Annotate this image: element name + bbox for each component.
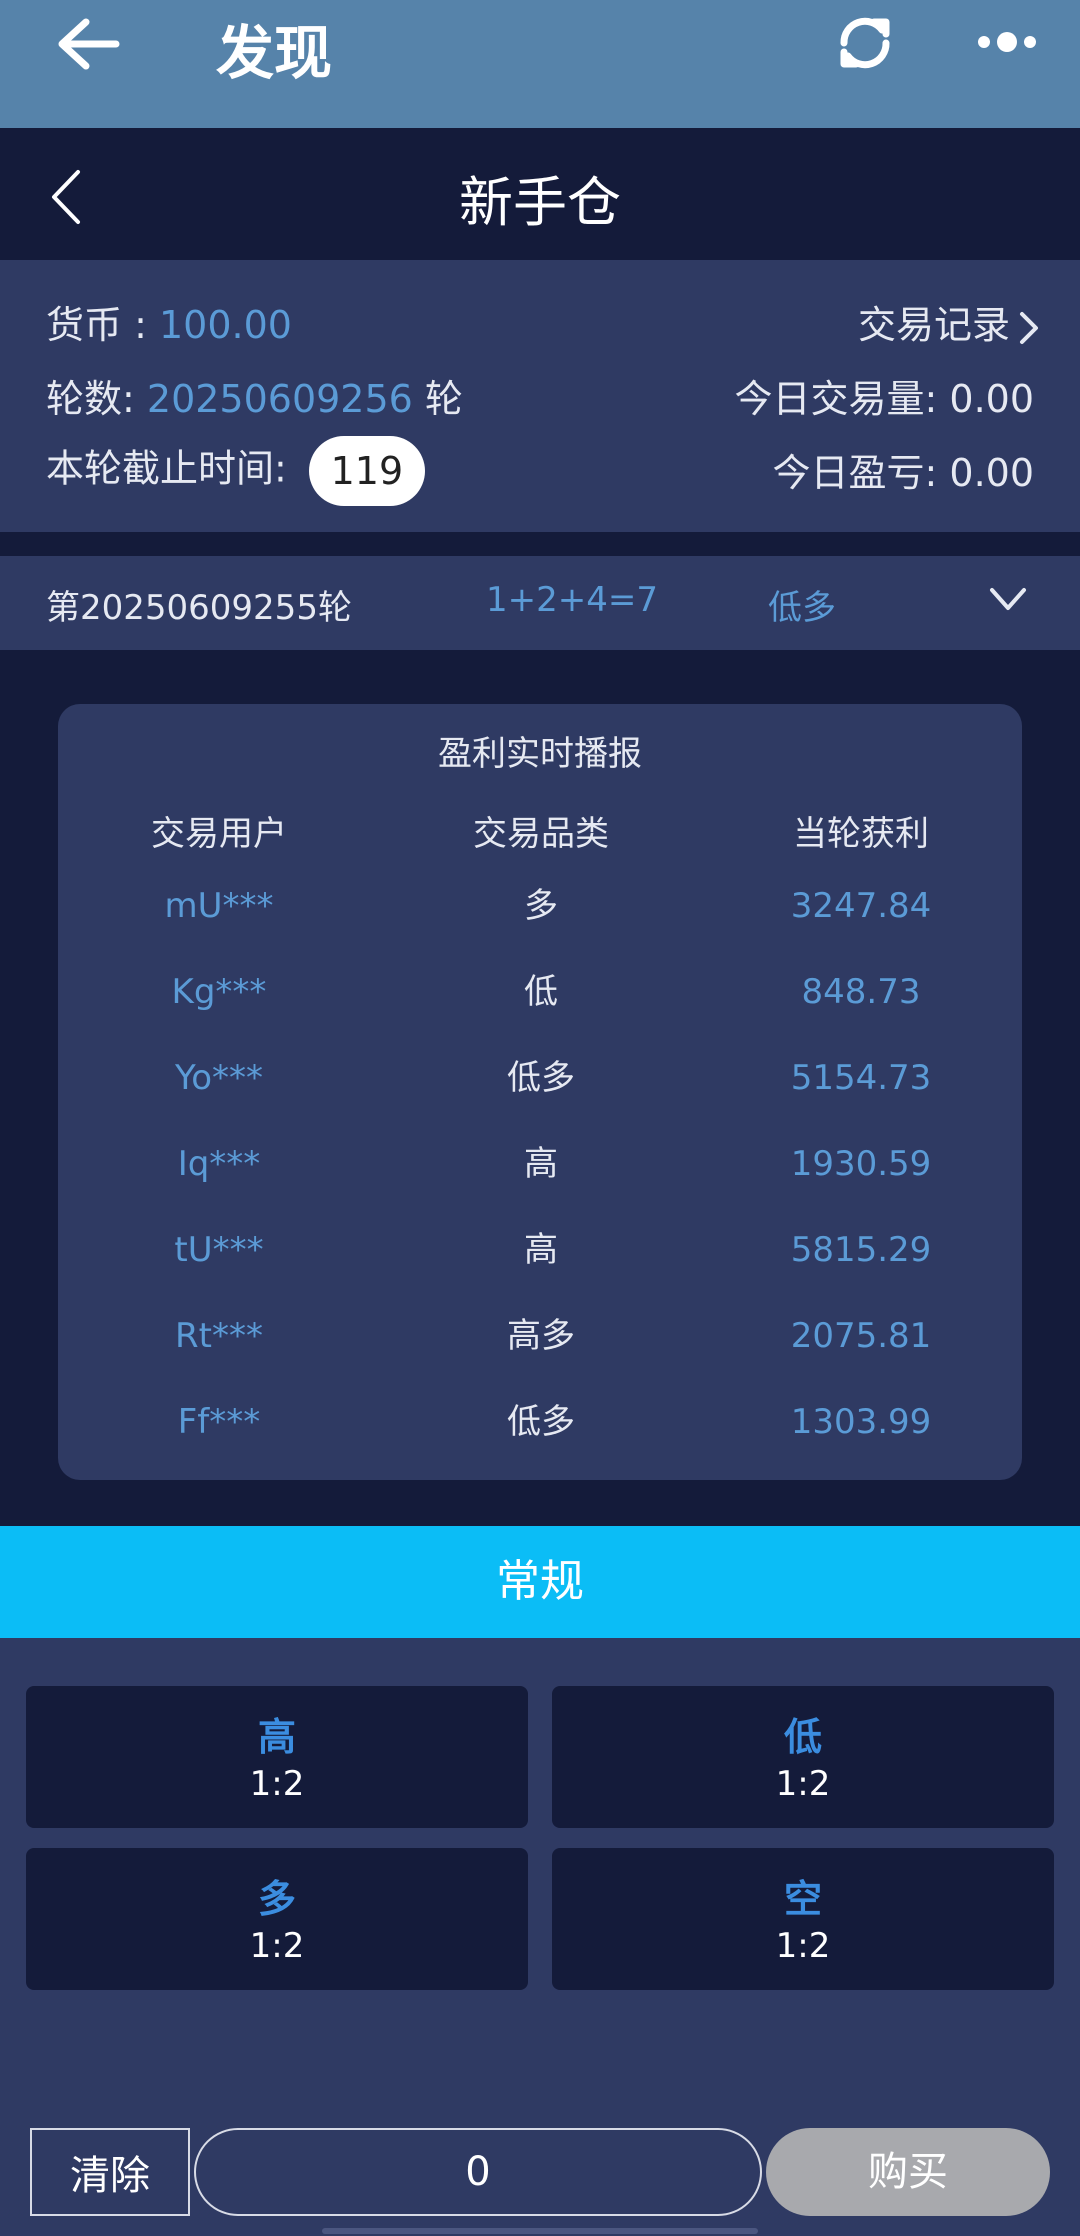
volume-value: 0.00	[949, 377, 1034, 421]
more-options-icon[interactable]	[976, 18, 1038, 66]
row-profit: 3247.84	[790, 886, 932, 926]
table-row: Ff*** 低多 1303.99	[58, 1392, 1022, 1452]
page-title: 发现	[216, 19, 333, 87]
option-high-button[interactable]: 高 1:2	[26, 1686, 528, 1828]
option-odds: 1:2	[775, 1926, 831, 1966]
home-indicator	[322, 2228, 758, 2234]
row-profit: 1303.99	[790, 1402, 932, 1442]
row-category: 低	[524, 972, 558, 1012]
row-user: mU***	[164, 886, 274, 926]
row-user: Ff***	[177, 1402, 261, 1442]
tab-regular[interactable]: 常规	[0, 1526, 1080, 1638]
row-profit: 848.73	[801, 972, 921, 1012]
result-sum: 1+2+4=7	[486, 580, 658, 620]
currency-label: 货币 :	[46, 303, 159, 347]
currency-value: 100.00	[158, 303, 292, 347]
profit-broadcast-panel: 盈利实时播报 交易用户 交易品类 当轮获利 mU*** 多 3247.84 Kg…	[58, 704, 1022, 1480]
buy-button[interactable]: 购买	[766, 2128, 1050, 2216]
top-bar: 发现	[0, 0, 1080, 128]
deadline-row: 本轮截止时间: 119	[46, 436, 425, 506]
option-odds: 1:2	[249, 1764, 305, 1804]
clear-button[interactable]: 清除	[30, 2128, 190, 2216]
trade-record-label: 交易记录	[857, 303, 1010, 347]
countdown-badge: 119	[308, 436, 425, 506]
header-user: 交易用户	[151, 814, 287, 854]
row-profit: 5154.73	[790, 1058, 932, 1098]
option-name: 多	[257, 1877, 296, 1921]
back-arrow-icon[interactable]	[52, 14, 122, 74]
pnl-row: 今日盈亏: 0.00	[773, 442, 1035, 497]
refresh-icon[interactable]	[832, 10, 898, 76]
option-low-button[interactable]: 低 1:2	[552, 1686, 1054, 1828]
table-row: tU*** 高 5815.29	[58, 1220, 1022, 1280]
option-name: 低	[783, 1715, 822, 1759]
pnl-label: 今日盈亏:	[772, 451, 950, 495]
option-long-button[interactable]: 多 1:2	[26, 1848, 528, 1990]
broadcast-header: 交易用户 交易品类 当轮获利	[58, 804, 1022, 864]
row-category: 高	[524, 1230, 558, 1270]
round-row: 轮数: 20250609256 轮	[46, 368, 463, 423]
table-row: Rt*** 高多 2075.81	[58, 1306, 1022, 1366]
currency-row: 货币 : 100.00	[46, 294, 292, 349]
bottom-action-bar: 清除 0 购买	[0, 2098, 1080, 2236]
table-row: Iq*** 高 1930.59	[58, 1134, 1022, 1194]
account-info-panel: 货币 : 100.00 交易记录 轮数: 20250609256 轮 今日交易量…	[0, 260, 1080, 532]
pnl-value: 0.00	[949, 451, 1034, 495]
option-odds: 1:2	[775, 1764, 831, 1804]
previous-round-result[interactable]: 第20250609255轮 1+2+4=7 低多	[0, 556, 1080, 650]
round-value: 20250609256	[146, 377, 413, 421]
result-outcome: 低多	[768, 588, 836, 628]
trade-record-link[interactable]: 交易记录	[858, 294, 1040, 349]
row-category: 低多	[507, 1058, 575, 1098]
nav-bar: 新手仓	[0, 128, 1080, 260]
row-profit: 1930.59	[790, 1144, 932, 1184]
option-name: 空	[783, 1877, 822, 1921]
row-user: Iq***	[177, 1144, 261, 1184]
table-row: Kg*** 低 848.73	[58, 962, 1022, 1022]
result-round: 第20250609255轮	[46, 588, 352, 628]
row-user: tU***	[174, 1230, 264, 1270]
volume-label: 今日交易量:	[734, 377, 950, 421]
header-profit: 当轮获利	[793, 814, 929, 854]
row-category: 高	[524, 1144, 558, 1184]
row-category: 低多	[507, 1402, 575, 1442]
option-short-button[interactable]: 空 1:2	[552, 1848, 1054, 1990]
row-category: 高多	[507, 1316, 575, 1356]
round-unit: 轮	[412, 377, 463, 421]
row-profit: 5815.29	[790, 1230, 932, 1270]
deadline-label: 本轮截止时间:	[46, 446, 299, 491]
volume-row: 今日交易量: 0.00	[735, 368, 1035, 423]
chevron-down-icon[interactable]	[988, 586, 1028, 614]
chevron-right-icon	[1020, 311, 1038, 344]
option-name: 高	[257, 1715, 296, 1759]
amount-input[interactable]: 0	[194, 2128, 762, 2216]
row-user: Yo***	[174, 1058, 264, 1098]
round-label: 轮数:	[46, 377, 147, 421]
nav-title: 新手仓	[459, 171, 621, 234]
broadcast-title: 盈利实时播报	[438, 734, 642, 774]
row-category: 多	[524, 886, 558, 926]
row-profit: 2075.81	[790, 1316, 932, 1356]
row-user: Kg***	[171, 972, 267, 1012]
bet-options-panel: 高 1:2 低 1:2 多 1:2 空 1:2	[0, 1638, 1080, 2098]
row-user: Rt***	[175, 1316, 263, 1356]
header-category: 交易品类	[473, 814, 609, 854]
table-row: Yo*** 低多 5154.73	[58, 1048, 1022, 1108]
table-row: mU*** 多 3247.84	[58, 876, 1022, 936]
option-odds: 1:2	[249, 1926, 305, 1966]
